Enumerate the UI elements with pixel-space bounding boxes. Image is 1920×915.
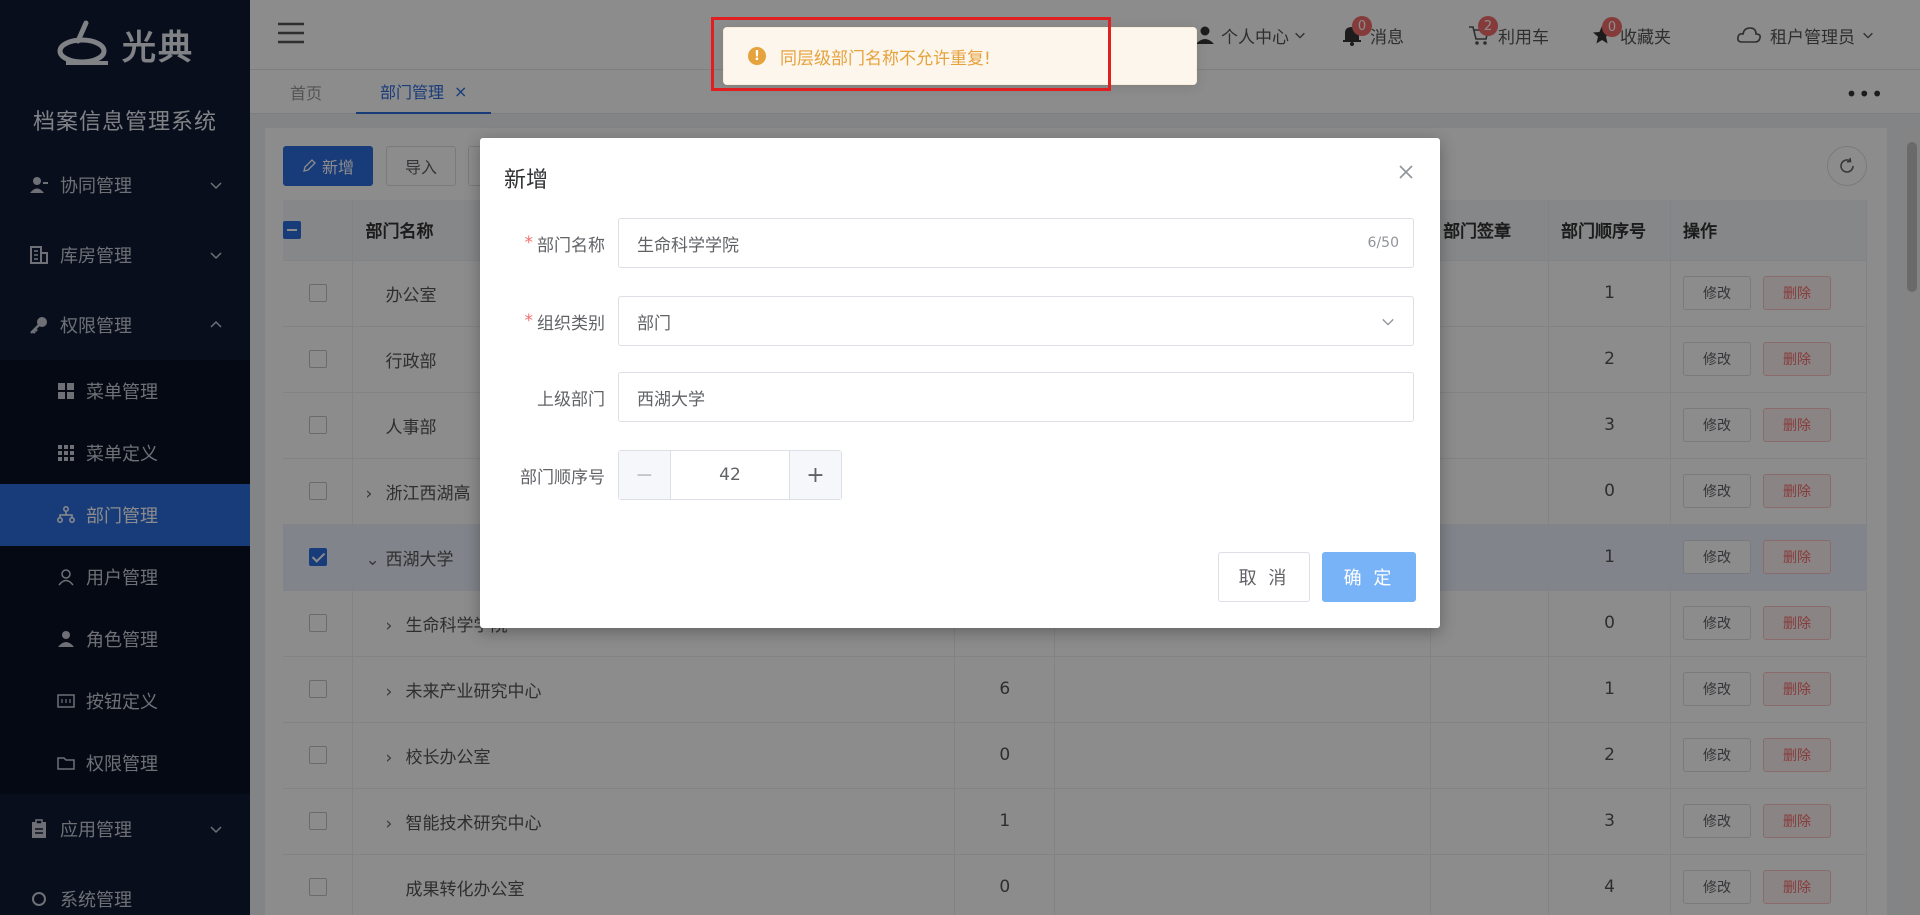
org-type-value: 部门	[637, 313, 671, 334]
chevron-down-icon	[1382, 318, 1394, 326]
form-row-org-type: * 组织类别 部门	[480, 296, 1440, 346]
close-icon[interactable]	[1396, 162, 1416, 182]
order-no-value[interactable]: 42	[671, 451, 789, 499]
parent-dept-value: 西湖大学	[637, 389, 705, 410]
required-mark: *	[524, 233, 534, 253]
form-row-parent-dept: 上级部门 西湖大学	[480, 372, 1440, 422]
parent-dept-label: 上级部门	[537, 389, 605, 410]
increment-button[interactable]: +	[789, 451, 841, 499]
org-type-label: 组织类别	[537, 313, 605, 334]
required-mark: *	[524, 311, 534, 331]
dept-name-label-wrap: * 部门名称	[525, 218, 606, 268]
order-no-label-wrap: 部门顺序号	[520, 450, 605, 500]
dialog-title: 新增	[504, 168, 549, 193]
dept-name-value: 生命科学学院	[637, 235, 739, 256]
order-no-stepper: − 42 +	[618, 450, 842, 500]
parent-dept-label-wrap: 上级部门	[537, 372, 605, 422]
decrement-button[interactable]: −	[619, 451, 671, 499]
highlight-box	[711, 17, 1111, 91]
char-counter: 6/50	[1367, 235, 1399, 251]
confirm-button[interactable]: 确 定	[1322, 552, 1416, 602]
dept-name-label: 部门名称	[537, 235, 605, 256]
org-type-label-wrap: * 组织类别	[525, 296, 606, 346]
form-row-dept-name: * 部门名称 生命科学学院 6/50	[480, 218, 1440, 268]
form-row-order-no: 部门顺序号 − 42 +	[480, 450, 1440, 500]
cancel-button[interactable]: 取 消	[1218, 552, 1310, 602]
org-type-select[interactable]: 部门	[618, 296, 1414, 346]
parent-dept-input[interactable]: 西湖大学	[618, 372, 1414, 422]
dept-name-input[interactable]: 生命科学学院 6/50	[618, 218, 1414, 268]
add-department-dialog: 新增 * 部门名称 生命科学学院 6/50 * 组织类别 部门 上级部门 西湖大…	[480, 138, 1440, 628]
order-no-label: 部门顺序号	[520, 467, 605, 488]
